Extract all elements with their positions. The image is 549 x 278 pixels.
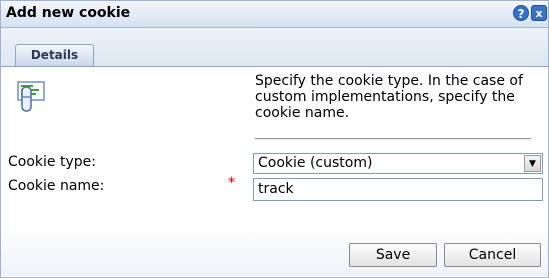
save-button[interactable]: Save <box>349 243 437 267</box>
chevron-down-icon[interactable]: ▼ <box>524 155 541 172</box>
dialog-title: Add new cookie <box>6 5 131 21</box>
tab-details[interactable]: Details <box>15 44 94 66</box>
cancel-button[interactable]: Cancel <box>444 243 541 267</box>
divider <box>255 138 531 140</box>
details-panel: Specify the cookie type. In the case of … <box>1 67 548 277</box>
cookie-name-input[interactable]: track <box>253 178 543 201</box>
help-icon[interactable]: ? <box>513 5 529 21</box>
close-icon[interactable]: x <box>531 5 547 21</box>
cookie-type-select[interactable]: Cookie (custom) ▼ <box>253 153 543 174</box>
cookie-card-icon <box>17 81 45 112</box>
description-text: Specify the cookie type. In the case of … <box>255 73 523 121</box>
cookie-type-label: Cookie type: <box>8 154 96 170</box>
cookie-name-label: Cookie name: <box>8 178 105 194</box>
required-marker: * <box>228 175 235 191</box>
tab-strip: Details <box>1 28 548 67</box>
cookie-type-value: Cookie (custom) <box>258 155 373 171</box>
dialog-titlebar: Add new cookie ? x <box>1 1 548 28</box>
add-cookie-dialog: Add new cookie ? x Details Specify the c… <box>0 0 549 278</box>
